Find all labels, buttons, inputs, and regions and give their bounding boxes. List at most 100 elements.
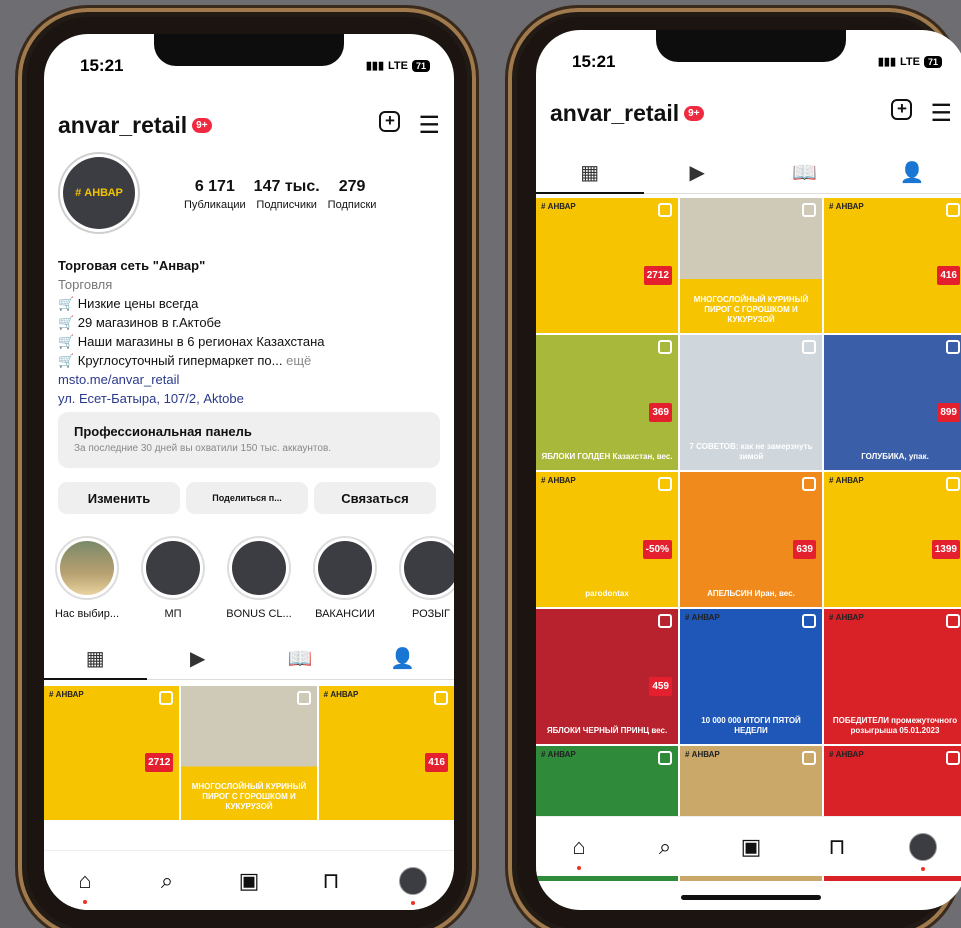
phone-right: 15:21 ▮▮▮ LTE 71 anvar_retail 9+ + ☰ ▦ ▶ 📖 … (508, 8, 961, 928)
post-thumbnail[interactable]: 639 АПЕЛЬСИН Иран, вес. (680, 472, 822, 607)
notification-badge[interactable]: 9+ (684, 105, 704, 121)
create-post-icon[interactable]: + (891, 98, 913, 120)
post-thumbnail[interactable]: # АНВАР 416 (318, 686, 454, 820)
carousel-icon (946, 340, 960, 354)
notch (154, 34, 344, 66)
bio-line: 🛒 Наши магазины в 6 регионах Казахстана (58, 334, 325, 349)
stat-followers[interactable]: 147 тыс. Подписчики (254, 178, 320, 211)
bio-link[interactable]: msto.me/anvar_retail (58, 370, 443, 389)
carousel-icon (946, 614, 960, 628)
profile-nav-avatar[interactable] (903, 832, 943, 871)
post-thumbnail[interactable]: 899 ГОЛУБИКА, упак. (824, 335, 961, 470)
bio-category: Торговля (58, 277, 113, 292)
highlight[interactable]: BONUS CL... (226, 536, 292, 620)
reels-tab-icon[interactable]: ▶ (147, 646, 250, 679)
stat-posts[interactable]: 6 171 Публикации (184, 178, 246, 211)
posts-grid: # АНВАР 2712 МНОГОСЛОЙНЫЙ КУРИНЫЙ ПИРОГ С … (536, 198, 961, 881)
battery-icon: 71 (411, 59, 430, 72)
post-thumbnail[interactable]: 369 ЯБЛОКИ ГОЛДЕН Казахстан, вес. (536, 335, 678, 470)
grid-tab-icon[interactable]: ▦ (44, 646, 147, 680)
bio-line: 🛒 29 магазинов в г.Актобе (58, 315, 222, 330)
post-thumbnail[interactable]: # АНВАР ПОБЕДИТЕЛИ промежуточного розыгры… (824, 609, 961, 744)
phone-left: 15:21 ▮▮▮ LTE 71 anvar_retail 9+ + ☰ # АНВА… (18, 8, 476, 928)
menu-icon[interactable]: ☰ (930, 99, 952, 128)
profile-avatar[interactable]: # АНВАР (58, 152, 140, 234)
highlight-cover (55, 536, 119, 600)
profile-bio: Торговая сеть "Анвар" Торговля 🛒 Низкие … (58, 256, 443, 408)
profile-header: anvar_retail 9+ + ☰ (58, 108, 440, 142)
post-thumbnail[interactable]: # АНВАР 1399 (824, 472, 961, 607)
status-time: 15:21 (572, 52, 616, 71)
notification-badge[interactable]: 9+ (192, 117, 212, 133)
home-indicator[interactable] (681, 895, 821, 900)
post-thumbnail[interactable]: 7 СОВЕТОВ: как не замерзнуть зимой (680, 335, 822, 470)
highlight-cover (227, 536, 291, 600)
profile-tabs: ▦ ▶ 📖 👤 (44, 646, 454, 680)
dashboard-subtitle: За последние 30 дней вы охватили 150 тыс… (74, 443, 332, 454)
stat-following[interactable]: 279 Подписки (328, 178, 377, 211)
tagged-tab-icon[interactable]: 👤 (859, 160, 961, 193)
story-highlights: Нас выбир... МП BONUS CL... ВАКАНСИИ РОЗ… (54, 536, 454, 620)
network-label: LTE (900, 55, 920, 68)
reels-tab-icon[interactable]: ▶ (644, 160, 752, 193)
bio-more-link[interactable]: ещё (286, 353, 311, 368)
carousel-icon (802, 477, 816, 491)
avatar-logo: # АНВАР (63, 157, 135, 229)
reels-icon[interactable]: ▣ (731, 834, 771, 860)
highlight-cover (313, 536, 377, 600)
edit-profile-button[interactable]: Изменить (58, 482, 180, 514)
profile-nav-avatar[interactable] (393, 866, 433, 905)
bottom-nav: ⌂ ⌕ ▣ ⊓ (536, 816, 961, 876)
highlight-cover (141, 536, 205, 600)
profile-actions: Изменить Поделиться п... Связаться (58, 482, 436, 514)
reels-icon[interactable]: ▣ (229, 868, 269, 894)
professional-dashboard[interactable]: Профессиональная панель За последние 30 … (58, 412, 440, 468)
screen-left: 15:21 ▮▮▮ LTE 71 anvar_retail 9+ + ☰ # АНВА… (44, 34, 454, 910)
carousel-icon (946, 203, 960, 217)
search-icon[interactable]: ⌕ (147, 868, 187, 894)
highlight[interactable]: ВАКАНСИИ (312, 536, 378, 620)
username[interactable]: anvar_retail (550, 100, 679, 127)
guides-tab-icon[interactable]: 📖 (249, 646, 352, 679)
guides-tab-icon[interactable]: 📖 (751, 160, 859, 193)
post-thumbnail[interactable]: 459 ЯБЛОКИ ЧЕРНЫЙ ПРИНЦ вес. (536, 609, 678, 744)
network-label: LTE (388, 59, 408, 72)
bio-address[interactable]: ул. Есет-Батыра, 107/2, Aktobe (58, 389, 443, 408)
post-thumbnail[interactable]: # АНВАР -50% parodontax (536, 472, 678, 607)
highlight[interactable]: Нас выбир... (54, 536, 120, 620)
post-thumbnail[interactable]: МНОГОСЛОЙНЫЙ КУРИНЫЙ ПИРОГ С ГОРОШКОМ И … (181, 686, 317, 820)
grid-tab-icon[interactable]: ▦ (536, 160, 644, 194)
carousel-icon (802, 614, 816, 628)
shop-icon[interactable]: ⊓ (311, 868, 351, 894)
home-icon[interactable]: ⌂ (559, 834, 599, 870)
username[interactable]: anvar_retail (58, 112, 187, 139)
highlight[interactable]: МП (140, 536, 206, 620)
contact-button[interactable]: Связаться (314, 482, 436, 514)
signal-icon: ▮▮▮ (877, 56, 897, 68)
search-icon[interactable]: ⌕ (645, 834, 685, 860)
carousel-icon (658, 751, 672, 765)
post-thumbnail[interactable]: # АНВАР 2712 (536, 198, 678, 333)
carousel-icon (802, 340, 816, 354)
shop-icon[interactable]: ⊓ (817, 834, 857, 860)
carousel-icon (433, 691, 448, 705)
post-thumbnail[interactable]: # АНВАР 2712 (44, 686, 180, 820)
post-thumbnail[interactable]: # АНВАР 416 (824, 198, 961, 333)
carousel-icon (946, 477, 960, 491)
post-thumbnail[interactable]: МНОГОСЛОЙНЫЙ КУРИНЫЙ ПИРОГ С ГОРОШКОМ И … (680, 198, 822, 333)
bio-line: 🛒 Низкие цены всегда (58, 296, 199, 311)
signal-icon: ▮▮▮ (365, 60, 385, 72)
share-profile-button[interactable]: Поделиться п... (186, 482, 308, 514)
highlight[interactable]: РОЗЫГ (398, 536, 454, 620)
carousel-icon (159, 691, 174, 705)
home-icon[interactable]: ⌂ (65, 868, 105, 904)
post-thumbnail[interactable]: # АНВАР 10 000 000 ИТОГИ ПЯТОЙ НЕДЕЛИ (680, 609, 822, 744)
menu-icon[interactable]: ☰ (418, 111, 440, 140)
bottom-nav: ⌂ ⌕ ▣ ⊓ (44, 850, 454, 910)
profile-tabs: ▦ ▶ 📖 👤 (536, 160, 961, 194)
profile-stats: 6 171 Публикации 147 тыс. Подписчики 279 По… (184, 178, 384, 211)
profile-header: anvar_retail 9+ + ☰ (550, 96, 952, 130)
create-post-icon[interactable]: + (379, 110, 401, 132)
tagged-tab-icon[interactable]: 👤 (352, 646, 455, 679)
carousel-icon (946, 751, 960, 765)
